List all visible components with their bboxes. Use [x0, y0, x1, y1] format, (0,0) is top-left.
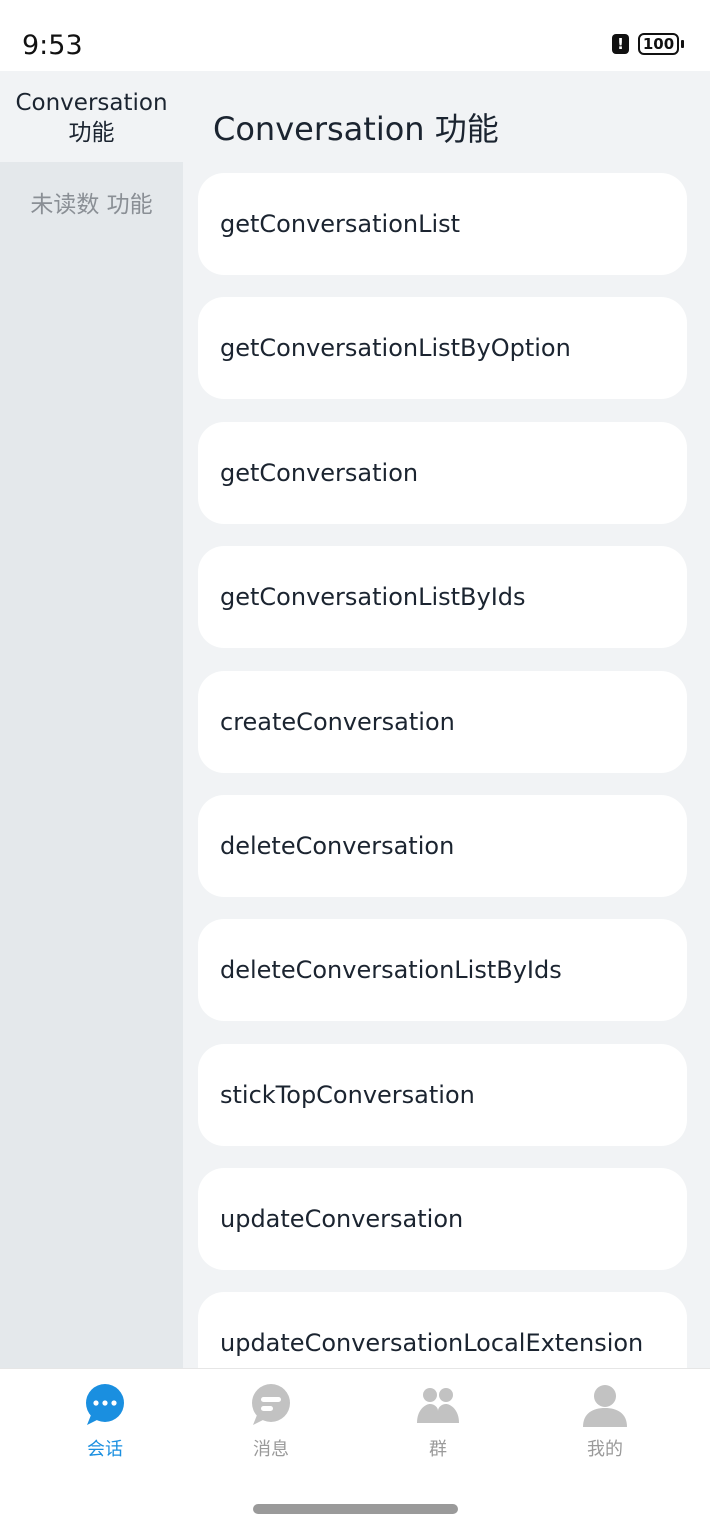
list-item[interactable]: deleteConversation [198, 795, 687, 897]
tab-groups[interactable]: 群 [378, 1383, 498, 1461]
list-item[interactable]: getConversationListByOption [198, 297, 687, 399]
status-time: 9:53 [22, 30, 83, 61]
list-item[interactable]: getConversationList [198, 173, 687, 275]
list-item[interactable]: getConversationListByIds [198, 546, 687, 648]
tab-label: 消息 [253, 1439, 289, 1460]
main-panel: Conversation 功能 getConversationList getC… [183, 71, 710, 1368]
status-bar: 9:53 ! 100 [0, 0, 710, 71]
battery-tip [681, 40, 684, 48]
message-icon [252, 1384, 290, 1425]
tab-conversations[interactable]: 会话 [45, 1383, 165, 1461]
sidebar-item-label: 未读数 功能 [30, 192, 153, 218]
chat-bubble-icon [86, 1384, 124, 1425]
tab-profile[interactable]: 我的 [545, 1383, 665, 1461]
list-item[interactable]: createConversation [198, 671, 687, 773]
group-icon [417, 1388, 459, 1423]
tab-messages[interactable]: 消息 [211, 1383, 331, 1461]
person-icon [583, 1385, 627, 1427]
battery-icon: 100 [638, 33, 679, 55]
page-title: Conversation 功能 [213, 110, 499, 148]
sidebar-item-label: Conversation 功能 [15, 90, 168, 146]
sidebar-item-unread[interactable]: 未读数 功能 [0, 190, 183, 220]
alert-icon: ! [612, 34, 629, 54]
sidebar: Conversation 功能 未读数 功能 [0, 71, 183, 1368]
list-item[interactable]: updateConversation [198, 1168, 687, 1270]
tab-label: 群 [429, 1439, 447, 1460]
list-item[interactable]: getConversation [198, 422, 687, 524]
tab-label: 会话 [87, 1439, 123, 1460]
list-item[interactable]: stickTopConversation [198, 1044, 687, 1146]
sidebar-item-conversation[interactable]: Conversation 功能 [0, 71, 183, 162]
list-item[interactable]: deleteConversationListByIds [198, 919, 687, 1021]
home-indicator[interactable] [253, 1504, 458, 1514]
tab-label: 我的 [587, 1439, 623, 1460]
list-item[interactable]: updateConversationLocalExtension [198, 1292, 687, 1368]
